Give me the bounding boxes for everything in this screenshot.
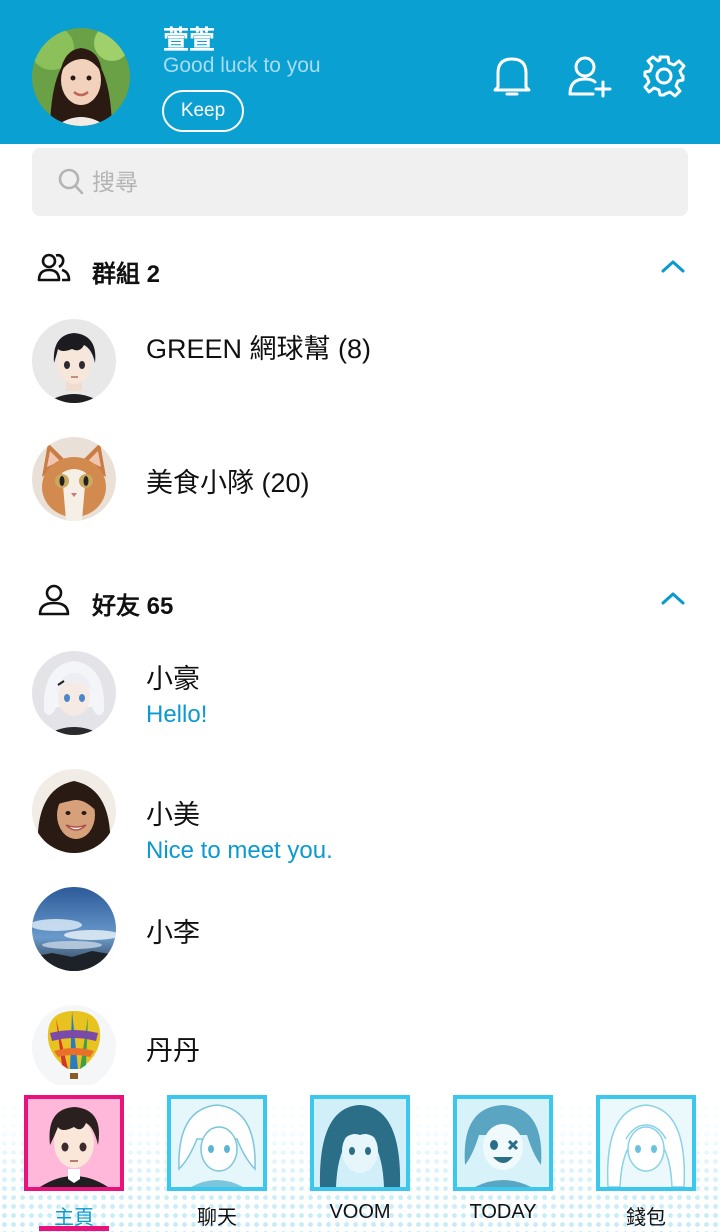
- avatar: [32, 769, 116, 853]
- search-icon: [58, 168, 84, 195]
- nav-label: VOOM: [329, 1201, 391, 1223]
- bell-icon[interactable]: [488, 52, 536, 100]
- profile-status-message[interactable]: Good luck to you: [163, 54, 321, 78]
- gear-icon[interactable]: [640, 52, 688, 100]
- nav-tab-chat[interactable]: 聊天: [167, 1095, 267, 1232]
- avatar: [32, 651, 116, 735]
- group-name: 美食小隊 (20): [146, 468, 310, 498]
- chevron-up-icon[interactable]: [660, 257, 686, 275]
- nav-tab-wallet[interactable]: 錢包: [596, 1095, 696, 1232]
- list-item[interactable]: 小李: [0, 887, 720, 987]
- groups-section-title: 群組 2: [92, 261, 161, 288]
- nav-label: TODAY: [469, 1201, 537, 1223]
- nav-label: 錢包: [626, 1207, 666, 1229]
- today-icon: [453, 1095, 553, 1191]
- keep-button[interactable]: Keep: [162, 90, 244, 132]
- friend-status-message: Hello!: [146, 701, 208, 728]
- add-friend-icon[interactable]: [566, 52, 614, 100]
- active-tab-indicator: [39, 1226, 109, 1231]
- list-item[interactable]: 美食小隊 (20): [0, 437, 720, 537]
- avatar: [32, 887, 116, 971]
- chevron-up-icon[interactable]: [660, 589, 686, 607]
- group-name: GREEN 網球幫 (8): [146, 334, 372, 364]
- person-icon: [38, 584, 70, 616]
- friend-status-message: Nice to meet you.: [146, 837, 333, 864]
- friend-name: 小美: [146, 800, 200, 830]
- avatar: [32, 319, 116, 403]
- nav-tab-home[interactable]: 主頁: [24, 1095, 124, 1232]
- friend-name: 小豪: [146, 664, 200, 694]
- list-item[interactable]: GREEN 網球幫 (8): [0, 319, 720, 419]
- profile-name: 萱萱: [163, 25, 216, 55]
- wallet-icon: [596, 1095, 696, 1191]
- search-input[interactable]: 搜尋: [92, 148, 138, 216]
- friend-name: 丹丹: [146, 1036, 200, 1066]
- bottom-navigation: 主頁 聊天 VOOM TODAY 錢包: [0, 1085, 720, 1232]
- profile-header: 萱萱 Good luck to you Keep: [0, 0, 720, 144]
- friend-name: 小李: [146, 918, 200, 948]
- friends-section-title: 好友 65: [92, 593, 174, 620]
- avatar: [32, 437, 116, 521]
- home-icon: [24, 1095, 124, 1191]
- nav-tab-today[interactable]: TODAY: [453, 1095, 553, 1232]
- list-item[interactable]: 小豪 Hello!: [0, 651, 720, 751]
- profile-avatar[interactable]: [32, 28, 130, 126]
- search-bar[interactable]: 搜尋: [32, 148, 688, 216]
- groups-section-header[interactable]: 群組 2: [0, 244, 720, 294]
- friends-section-header[interactable]: 好友 65: [0, 576, 720, 626]
- voom-icon: [310, 1095, 410, 1191]
- nav-label: 聊天: [197, 1207, 237, 1229]
- group-icon: [37, 253, 71, 282]
- chat-icon: [167, 1095, 267, 1191]
- list-item[interactable]: 小美 Nice to meet you.: [0, 769, 720, 869]
- avatar: [32, 1005, 116, 1089]
- nav-tab-voom[interactable]: VOOM: [310, 1095, 410, 1232]
